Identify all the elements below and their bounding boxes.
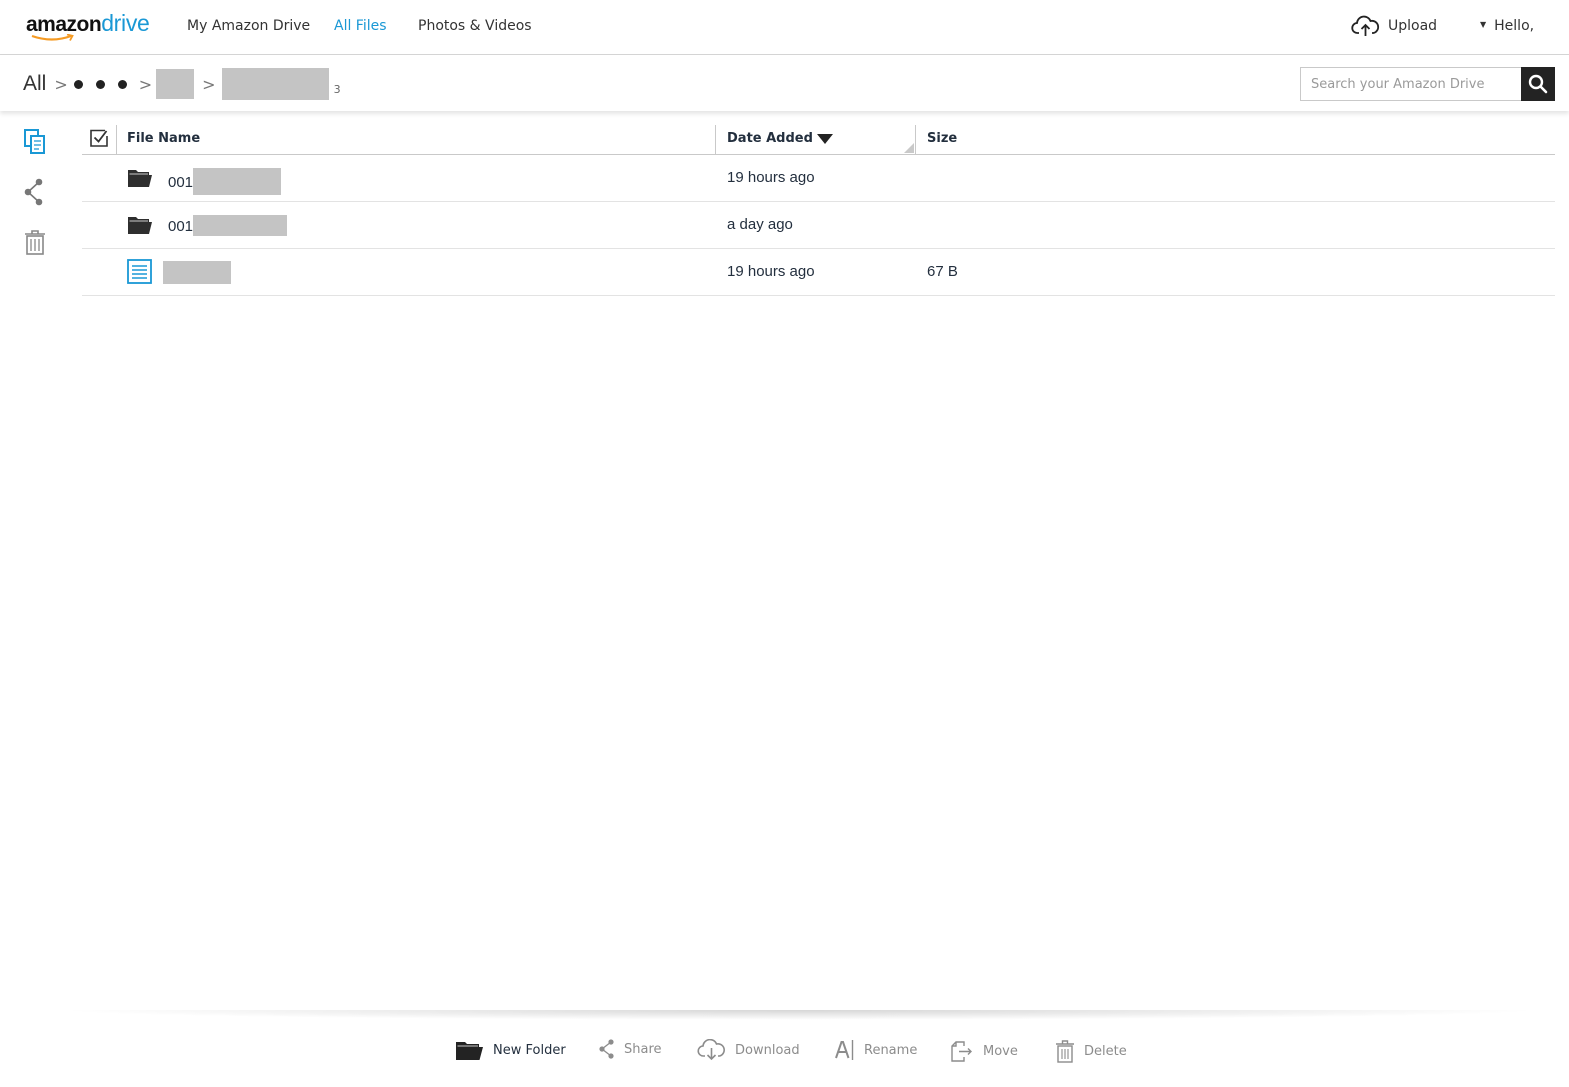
date-added: 19 hours ago <box>727 169 815 186</box>
folder-icon <box>128 217 152 234</box>
table-row[interactable]: 001 a day ago <box>82 202 1555 249</box>
move-button[interactable]: Move <box>950 1039 1018 1063</box>
top-header: amazondrive My Amazon Drive All Files Ph… <box>0 0 1569 55</box>
file-name-prefix: 001 <box>168 217 194 235</box>
nav-all-files[interactable]: All Files <box>334 18 387 34</box>
document-icon <box>127 259 152 284</box>
logo-amazon-text: amazon <box>26 13 102 36</box>
dot <box>117 79 127 89</box>
column-divider[interactable] <box>715 125 716 155</box>
left-action-rail <box>22 128 50 278</box>
new-folder-button[interactable]: New Folder <box>455 1039 566 1061</box>
date-added: 19 hours ago <box>727 263 815 280</box>
folder-icon <box>128 170 152 187</box>
account-menu[interactable]: ▼ Hello, <box>1480 18 1534 34</box>
rename-button[interactable]: Rename <box>835 1039 917 1061</box>
file-name[interactable] <box>163 261 231 284</box>
share-icon[interactable] <box>22 178 48 206</box>
item-count: 3 <box>333 82 341 96</box>
column-header-date-added[interactable]: Date Added <box>727 131 833 146</box>
column-resize-handle[interactable] <box>904 143 914 153</box>
date-added: a day ago <box>727 216 793 233</box>
rename-icon <box>835 1040 854 1060</box>
rename-label: Rename <box>864 1042 918 1058</box>
sort-descending-icon <box>816 133 833 144</box>
logo-drive-text: drive <box>101 10 150 36</box>
caret-down-icon: ▼ <box>1480 20 1487 29</box>
chevron-right-icon: > <box>202 74 216 94</box>
select-all-checkbox[interactable] <box>90 129 108 147</box>
copy-icon[interactable] <box>22 128 48 156</box>
chevron-right-icon: > <box>54 74 68 94</box>
share-button[interactable]: Share <box>598 1039 662 1059</box>
column-header-size[interactable]: Size <box>927 131 957 146</box>
chevron-right-icon: > <box>138 74 153 94</box>
table-row[interactable]: 19 hours ago 67 B <box>82 249 1555 296</box>
table-row[interactable]: 001 19 hours ago <box>82 155 1555 202</box>
trash-icon[interactable] <box>22 228 48 256</box>
file-name[interactable]: 001 <box>168 168 282 195</box>
upload-button[interactable]: Upload <box>1351 15 1437 37</box>
bottom-toolbar: New Folder Share Download Rename Move De… <box>0 1035 1569 1071</box>
breadcrumb-all[interactable]: All <box>23 72 46 96</box>
share-label: Share <box>624 1041 662 1057</box>
upload-label: Upload <box>1388 18 1438 34</box>
share-icon <box>599 1039 614 1059</box>
file-table: File Name Date Added Size 001 19 hours a… <box>82 123 1555 296</box>
toolbar-shadow <box>55 1010 1545 1020</box>
file-name-redacted <box>163 261 231 284</box>
search-input[interactable] <box>1300 67 1521 101</box>
dot <box>95 79 105 89</box>
cloud-upload-icon <box>1351 15 1380 36</box>
greeting-text: Hello, <box>1494 18 1535 34</box>
nav-photos-videos[interactable]: Photos & Videos <box>418 18 532 34</box>
breadcrumb: All > > > 3 <box>23 68 341 100</box>
column-header-file-name[interactable]: File Name <box>127 131 200 146</box>
amazon-smile-icon <box>31 34 74 41</box>
file-size: 67 B <box>927 263 958 280</box>
amazon-drive-logo[interactable]: amazondrive <box>26 10 150 44</box>
column-divider[interactable] <box>915 125 916 155</box>
search-button[interactable] <box>1521 67 1555 101</box>
file-name-redacted <box>193 168 282 195</box>
move-icon <box>951 1041 972 1062</box>
breadcrumb-collapsed-dots[interactable] <box>73 79 127 89</box>
new-folder-icon <box>456 1042 483 1060</box>
column-divider <box>116 125 117 155</box>
delete-button[interactable]: Delete <box>1055 1039 1127 1063</box>
cloud-download-icon <box>697 1039 725 1061</box>
table-header: File Name Date Added Size <box>82 123 1555 155</box>
trash-icon <box>1056 1040 1074 1063</box>
search-box <box>1300 67 1555 101</box>
search-icon <box>1528 74 1548 94</box>
download-label: Download <box>735 1042 800 1058</box>
breadcrumb-current-redacted <box>221 68 329 100</box>
download-button[interactable]: Download <box>697 1039 800 1061</box>
column-header-date-label: Date Added <box>727 131 813 146</box>
breadcrumb-bar: All > > > 3 <box>0 55 1569 111</box>
breadcrumb-item-redacted[interactable] <box>156 69 195 99</box>
new-folder-label: New Folder <box>493 1042 566 1058</box>
file-name-prefix: 001 <box>168 173 194 191</box>
delete-label: Delete <box>1084 1043 1127 1059</box>
file-name-redacted <box>193 215 288 236</box>
file-name[interactable]: 001 <box>168 215 288 236</box>
dot <box>73 79 83 89</box>
move-label: Move <box>983 1043 1018 1059</box>
nav-my-amazon-drive[interactable]: My Amazon Drive <box>187 18 310 34</box>
